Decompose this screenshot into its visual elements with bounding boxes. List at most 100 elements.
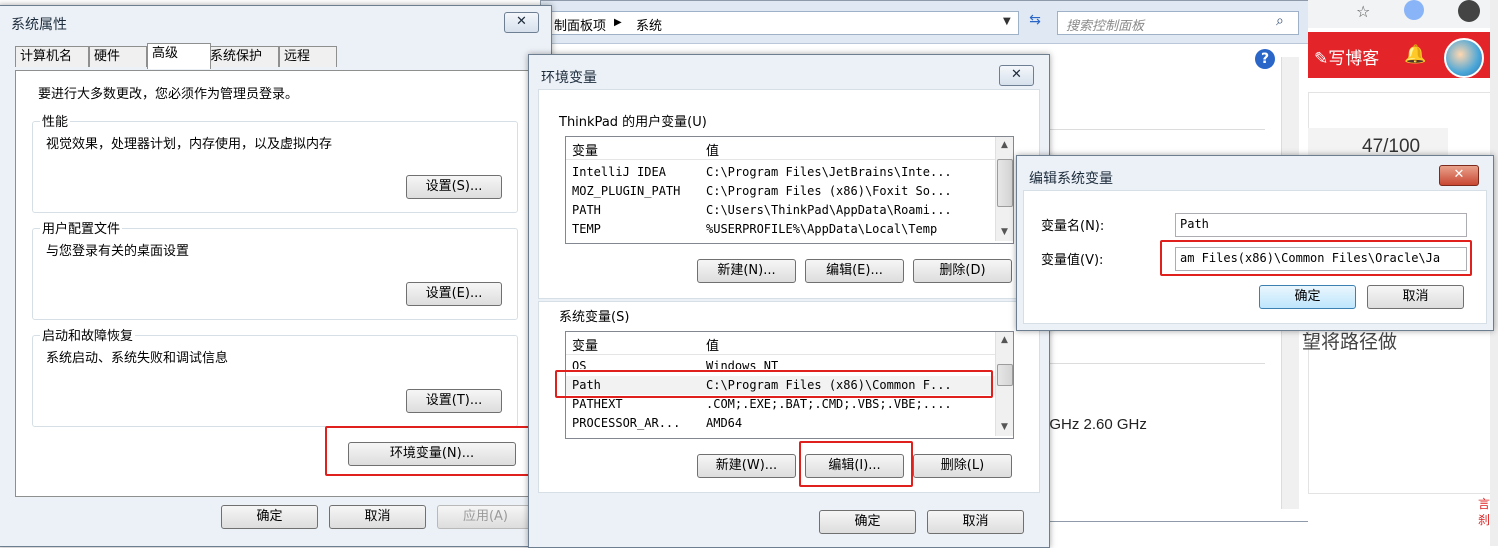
search-input[interactable]: 搜索控制面板 ⌕ <box>1057 11 1299 35</box>
column-header-variable[interactable]: 变量 <box>572 140 598 159</box>
performance-settings-button[interactable]: 设置(S)... <box>406 175 502 199</box>
cpu-speed-text: 0GHz 2.60 GHz <box>1041 416 1147 433</box>
write-blog-button[interactable]: ✎写博客 <box>1314 44 1379 69</box>
ok-button[interactable]: 确定 <box>1259 285 1356 309</box>
ok-button[interactable]: 确定 <box>819 510 916 534</box>
var-name: TEMP <box>572 222 601 236</box>
startup-recovery-desc: 系统启动、系统失败和调试信息 <box>46 351 229 366</box>
table-row[interactable]: OS Windows_NT <box>566 357 995 369</box>
user-vars-list[interactable]: 变量 值 IntelliJ IDEA C:\Program Files\JetB… <box>565 136 1014 244</box>
help-icon[interactable]: ? <box>1255 49 1275 69</box>
scroll-thumb[interactable] <box>997 159 1013 207</box>
user-new-button[interactable]: 新建(N)... <box>697 259 796 283</box>
table-row[interactable]: PATH C:\Users\ThinkPad\AppData\Roami... <box>566 201 995 220</box>
breadcrumb-separator-icon: ▶ <box>614 17 622 28</box>
tab-system-protection[interactable]: 系统保护 <box>205 46 279 67</box>
hint-text: 望将路径做 <box>1302 332 1398 353</box>
user-profiles-title: 用户配置文件 <box>40 218 123 237</box>
write-blog-label: 写博客 <box>1328 49 1380 68</box>
scroll-down-icon[interactable]: ▼ <box>996 224 1013 241</box>
search-icon: ⌕ <box>1276 13 1284 29</box>
highlight-box <box>555 370 993 398</box>
scroll-up-icon[interactable]: ▲ <box>996 332 1013 349</box>
startup-recovery-title: 启动和故障恢复 <box>40 325 136 344</box>
tab-advanced[interactable]: 高级 <box>147 43 211 69</box>
list-header: 变量 值 <box>566 137 995 160</box>
scrollbar[interactable]: ▲ ▼ <box>995 137 1013 241</box>
variable-name-input[interactable]: Path <box>1175 213 1467 237</box>
variable-value-label: 变量值(V): <box>1041 253 1104 268</box>
bell-icon[interactable]: 🔔 <box>1404 44 1426 66</box>
scroll-up-icon[interactable]: ▲ <box>996 137 1013 154</box>
extension-icon[interactable] <box>1404 0 1424 20</box>
startup-settings-button[interactable]: 设置(T)... <box>406 389 502 413</box>
star-icon[interactable]: ☆ <box>1356 2 1370 21</box>
cancel-button[interactable]: 取消 <box>329 505 426 529</box>
var-name: MOZ_PLUGIN_PATH <box>572 184 681 198</box>
divider <box>1045 363 1265 364</box>
highlight-box <box>799 441 913 487</box>
column-header-variable[interactable]: 变量 <box>572 335 598 354</box>
performance-desc: 视觉效果，处理器计划，内存使用，以及虚拟内存 <box>46 137 333 152</box>
close-icon[interactable]: ✕ <box>504 12 539 33</box>
dialog-title: 系统属性 <box>11 17 67 33</box>
table-row[interactable]: IntelliJ IDEA C:\Program Files\JetBrains… <box>566 163 995 182</box>
var-name: IntelliJ IDEA <box>572 165 666 179</box>
tab-computer-name[interactable]: 计算机名 <box>15 46 89 67</box>
var-value: C:\Program Files (x86)\Foxit So... <box>706 184 952 198</box>
var-value: %USERPROFILE%\AppData\Local\Temp <box>706 222 938 236</box>
table-row[interactable]: TEMP %USERPROFILE%\AppData\Local\Temp <box>566 220 995 239</box>
address-bar[interactable]: 制面板项 ▶ 系统 ▼ <box>547 11 1019 35</box>
apply-button[interactable]: 应用(A) <box>437 505 534 529</box>
system-vars-title: 系统变量(S) <box>559 310 630 325</box>
system-new-button[interactable]: 新建(W)... <box>697 454 796 478</box>
user-profiles-settings-button[interactable]: 设置(E)... <box>406 282 502 306</box>
column-header-value[interactable]: 值 <box>706 140 719 159</box>
table-row[interactable]: MOZ_PLUGIN_PATH C:\Program Files (x86)\F… <box>566 182 995 201</box>
address-dropdown-icon[interactable]: ▼ <box>1003 16 1011 27</box>
edit-system-variable-dialog: 编辑系统变量 ✕ 变量名(N): Path 变量值(V): am Files(x… <box>1016 155 1494 331</box>
profile-icon[interactable] <box>1458 0 1480 22</box>
cancel-button[interactable]: 取消 <box>927 510 1024 534</box>
var-value: C:\Users\ThinkPad\AppData\Roami... <box>706 203 952 217</box>
close-icon[interactable]: ✕ <box>1439 165 1479 186</box>
table-row[interactable]: PROCESSOR_AR... AMD64 <box>566 414 995 433</box>
environment-variables-dialog: 环境变量 ✕ ThinkPad 的用户变量(U) 变量 值 IntelliJ I… <box>528 54 1050 548</box>
scrollbar[interactable]: ▲ ▼ <box>995 332 1013 436</box>
var-name: PATH <box>572 203 601 217</box>
pen-icon: ✎ <box>1314 49 1329 68</box>
performance-title: 性能 <box>40 111 71 130</box>
system-properties-dialog: 系统属性 ✕ 计算机名 硬件 系统保护 远程 要进行大多数更改，您必须作为管理员… <box>0 5 552 547</box>
admin-note: 要进行大多数更改，您必须作为管理员登录。 <box>38 87 299 102</box>
user-edit-button[interactable]: 编辑(E)... <box>805 259 904 283</box>
side-tag: 言 刹 <box>1478 497 1491 527</box>
avatar[interactable] <box>1444 38 1484 78</box>
column-header-value[interactable]: 值 <box>706 335 719 354</box>
breadcrumb-system[interactable]: 系统 <box>636 15 662 34</box>
dialog-title: 编辑系统变量 <box>1029 171 1113 187</box>
var-value: Windows_NT <box>706 359 779 369</box>
cancel-button[interactable]: 取消 <box>1367 285 1464 309</box>
var-value: AMD64 <box>706 416 743 430</box>
dialog-title: 环境变量 <box>541 70 597 86</box>
refresh-icon[interactable]: ⇆ <box>1023 12 1047 32</box>
divider <box>1045 129 1265 130</box>
variable-name-label: 变量名(N): <box>1041 219 1105 234</box>
browser-toolbar: ☆ <box>1308 0 1498 28</box>
close-icon[interactable]: ✕ <box>999 65 1034 86</box>
user-delete-button[interactable]: 删除(D) <box>913 259 1012 283</box>
highlight-box <box>325 426 532 476</box>
breadcrumb-control-panel-items[interactable]: 制面板项 <box>554 15 606 34</box>
scroll-thumb[interactable] <box>997 364 1013 386</box>
ok-button[interactable]: 确定 <box>221 505 318 529</box>
var-name: OS <box>572 359 587 369</box>
tab-hardware[interactable]: 硬件 <box>89 46 147 67</box>
scroll-down-icon[interactable]: ▼ <box>996 419 1013 436</box>
highlight-box <box>1160 240 1472 276</box>
var-value: C:\Program Files\JetBrains\Inte... <box>706 165 952 179</box>
system-delete-button[interactable]: 删除(L) <box>913 454 1012 478</box>
var-name: PROCESSOR_AR... <box>572 416 681 430</box>
list-header: 变量 值 <box>566 332 995 355</box>
user-vars-title: ThinkPad 的用户变量(U) <box>559 115 707 130</box>
tab-remote[interactable]: 远程 <box>279 46 337 67</box>
